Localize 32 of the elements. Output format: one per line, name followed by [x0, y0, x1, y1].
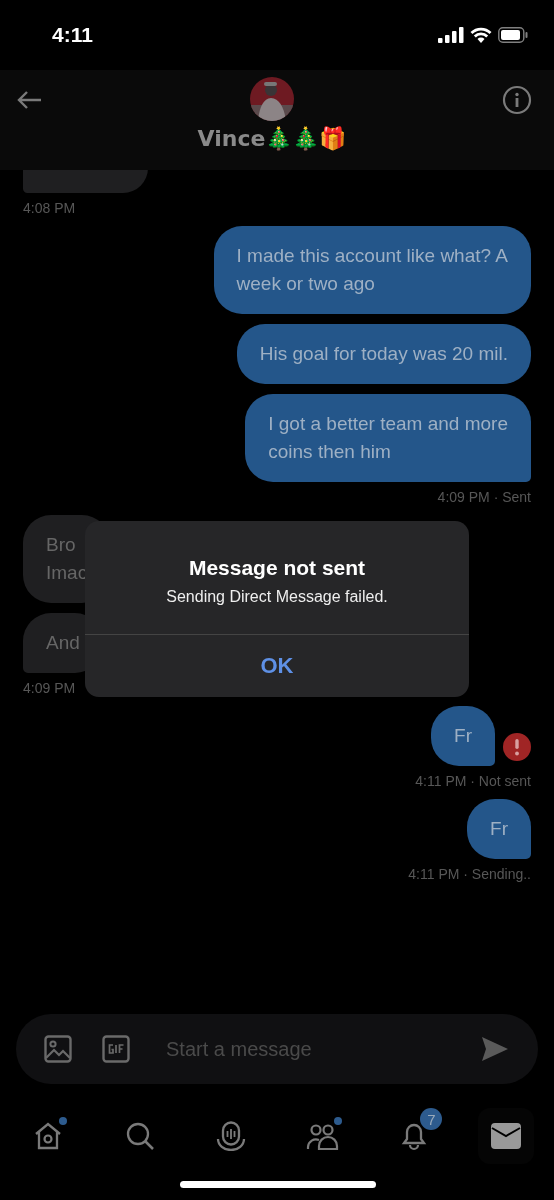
message-timestamp: 4:09 PM · Sent — [437, 489, 531, 505]
info-icon[interactable] — [502, 85, 532, 115]
envelope-icon — [490, 1123, 521, 1149]
image-icon[interactable] — [44, 1035, 72, 1063]
alert-title: Message not sent — [188, 555, 366, 580]
back-arrow-icon[interactable] — [16, 90, 42, 110]
contact-name: Vince🎄🎄🎁 — [197, 126, 347, 151]
home-icon — [33, 1121, 63, 1151]
message-bubble: Fr — [431, 706, 495, 766]
wifi-icon — [470, 27, 492, 43]
message-timestamp: 4:11 PM · Not sent — [415, 773, 531, 789]
people-icon — [305, 1121, 340, 1151]
notification-count: 7 — [420, 1108, 443, 1130]
battery-icon — [498, 27, 528, 43]
error-icon[interactable] — [503, 733, 531, 761]
message-timestamp: 4:11 PM · Sending.. — [408, 866, 531, 882]
message-bubble: I made this account like what? A week or two ago — [213, 226, 531, 314]
message-bubble: His goal for today was 20 mil. — [236, 324, 531, 384]
message-input[interactable]: Start a message — [164, 1036, 452, 1062]
signal-icon — [438, 27, 464, 43]
microphone-icon — [216, 1121, 247, 1151]
message-timestamp: 4:08 PM — [23, 200, 76, 216]
gif-icon[interactable] — [102, 1035, 130, 1063]
search-icon — [124, 1121, 155, 1151]
message-timestamp: 4:09 PM — [23, 680, 76, 696]
message-bubble: I got a better team and more coins then him — [245, 394, 531, 482]
notifications-tab[interactable]: 7 — [386, 1108, 443, 1164]
status-time: 4:11 — [52, 23, 93, 47]
alert-message: Sending Direct Message failed. — [166, 587, 388, 606]
messages-tab[interactable] — [477, 1108, 534, 1164]
message-bubble: Fr — [467, 799, 531, 859]
send-icon[interactable] — [482, 1037, 508, 1061]
